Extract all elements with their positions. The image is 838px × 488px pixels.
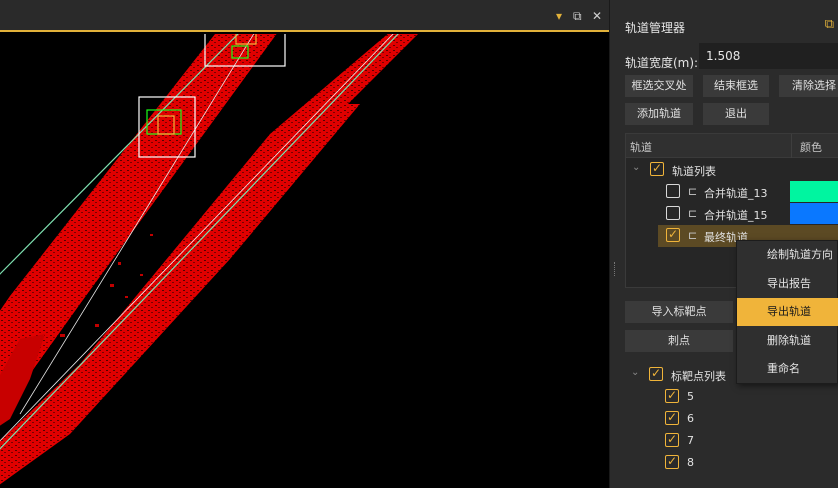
target-item[interactable]: ✓ 8	[625, 452, 725, 474]
splitter-grip[interactable]	[614, 262, 616, 276]
menu-item-rename[interactable]: 重命名	[737, 355, 838, 383]
column-color[interactable]: 颜色	[800, 139, 822, 155]
track-list-label: 轨道列表	[672, 165, 716, 178]
track-item-checkbox[interactable]	[666, 184, 680, 198]
target-item[interactable]: ✓ 5	[625, 386, 725, 408]
menu-item-export-report[interactable]: 导出报告	[737, 270, 838, 298]
check-icon: ✓	[667, 454, 678, 468]
dropdown-icon[interactable]: ▾	[556, 9, 562, 23]
target-item-checkbox[interactable]: ✓	[665, 432, 679, 447]
point-cloud-viewport[interactable]: ▾ ⧉ ✕	[0, 0, 609, 488]
pin-icon[interactable]: ⧉	[825, 17, 834, 32]
track-item[interactable]: ⊏ 合并轨道_13	[626, 181, 838, 203]
end-box-select-button[interactable]: 结束框选	[703, 75, 769, 97]
target-item-checkbox[interactable]: ✓	[665, 454, 679, 469]
track-color-swatch[interactable]	[790, 181, 838, 202]
viewport-titlebar: ▾ ⧉ ✕	[0, 0, 609, 32]
panel-title: 轨道管理器	[625, 21, 686, 35]
check-icon: ✓	[668, 227, 679, 241]
track-width-label: 轨道宽度(m):	[625, 56, 699, 70]
menu-item-export-track[interactable]: 导出轨道	[737, 298, 838, 326]
check-icon: ✓	[667, 432, 678, 446]
track-item-checkbox[interactable]	[666, 206, 680, 220]
target-item[interactable]: ✓ 7	[625, 430, 725, 452]
track-tree-header: 轨道 颜色	[626, 134, 838, 158]
target-item-label: 7	[687, 434, 694, 447]
exit-button[interactable]: 退出	[703, 103, 769, 125]
menu-item-delete-track[interactable]: 删除轨道	[737, 327, 838, 355]
track-icon: ⊏	[688, 185, 698, 198]
target-item-label: 8	[687, 456, 694, 469]
track-item-label: 合并轨道_15	[704, 209, 768, 222]
track-item[interactable]: ⊏ 合并轨道_15	[626, 203, 838, 225]
target-item-label: 5	[687, 390, 694, 403]
track-width-input[interactable]	[699, 43, 838, 69]
panel-header: 轨道管理器 ⧉	[619, 9, 838, 39]
point-cloud-canvas[interactable]	[0, 34, 609, 488]
track-item-label: 合并轨道_13	[704, 187, 768, 200]
panel-splitter[interactable]	[609, 0, 619, 488]
track-list-root[interactable]: ⌄ ✓ 轨道列表	[626, 159, 838, 181]
add-track-button[interactable]: 添加轨道	[625, 103, 693, 125]
close-icon[interactable]: ✕	[592, 9, 602, 23]
import-targets-button[interactable]: 导入标靶点	[625, 301, 733, 323]
track-icon: ⊏	[688, 229, 698, 242]
check-icon: ✓	[652, 161, 663, 175]
target-item-checkbox[interactable]: ✓	[665, 388, 679, 403]
target-list-label: 标靶点列表	[671, 370, 726, 383]
check-icon: ✓	[667, 388, 678, 402]
target-item-checkbox[interactable]: ✓	[665, 410, 679, 425]
check-icon: ✓	[651, 366, 662, 380]
column-track[interactable]: 轨道	[630, 139, 652, 155]
context-menu: 绘制轨道方向 导出报告 导出轨道 删除轨道 重命名	[736, 240, 838, 384]
pick-point-button[interactable]: 刺点	[625, 330, 733, 352]
chevron-down-icon[interactable]: ⌄	[632, 162, 640, 173]
box-select-cross-button[interactable]: 框选交叉处	[625, 75, 693, 97]
target-item-label: 6	[687, 412, 694, 425]
track-icon: ⊏	[688, 207, 698, 220]
track-list-checkbox[interactable]: ✓	[650, 161, 664, 176]
float-window-icon[interactable]: ⧉	[573, 9, 582, 23]
column-separator[interactable]	[791, 134, 792, 158]
clear-selection-button[interactable]: 清除选择	[779, 75, 838, 97]
check-icon: ✓	[667, 410, 678, 424]
chevron-down-icon[interactable]: ⌄	[631, 367, 639, 378]
target-list-checkbox[interactable]: ✓	[649, 366, 663, 381]
menu-item-draw-direction[interactable]: 绘制轨道方向	[737, 241, 838, 269]
track-color-swatch[interactable]	[790, 203, 838, 224]
track-item-checkbox[interactable]: ✓	[666, 227, 680, 242]
target-item[interactable]: ✓ 6	[625, 408, 725, 430]
